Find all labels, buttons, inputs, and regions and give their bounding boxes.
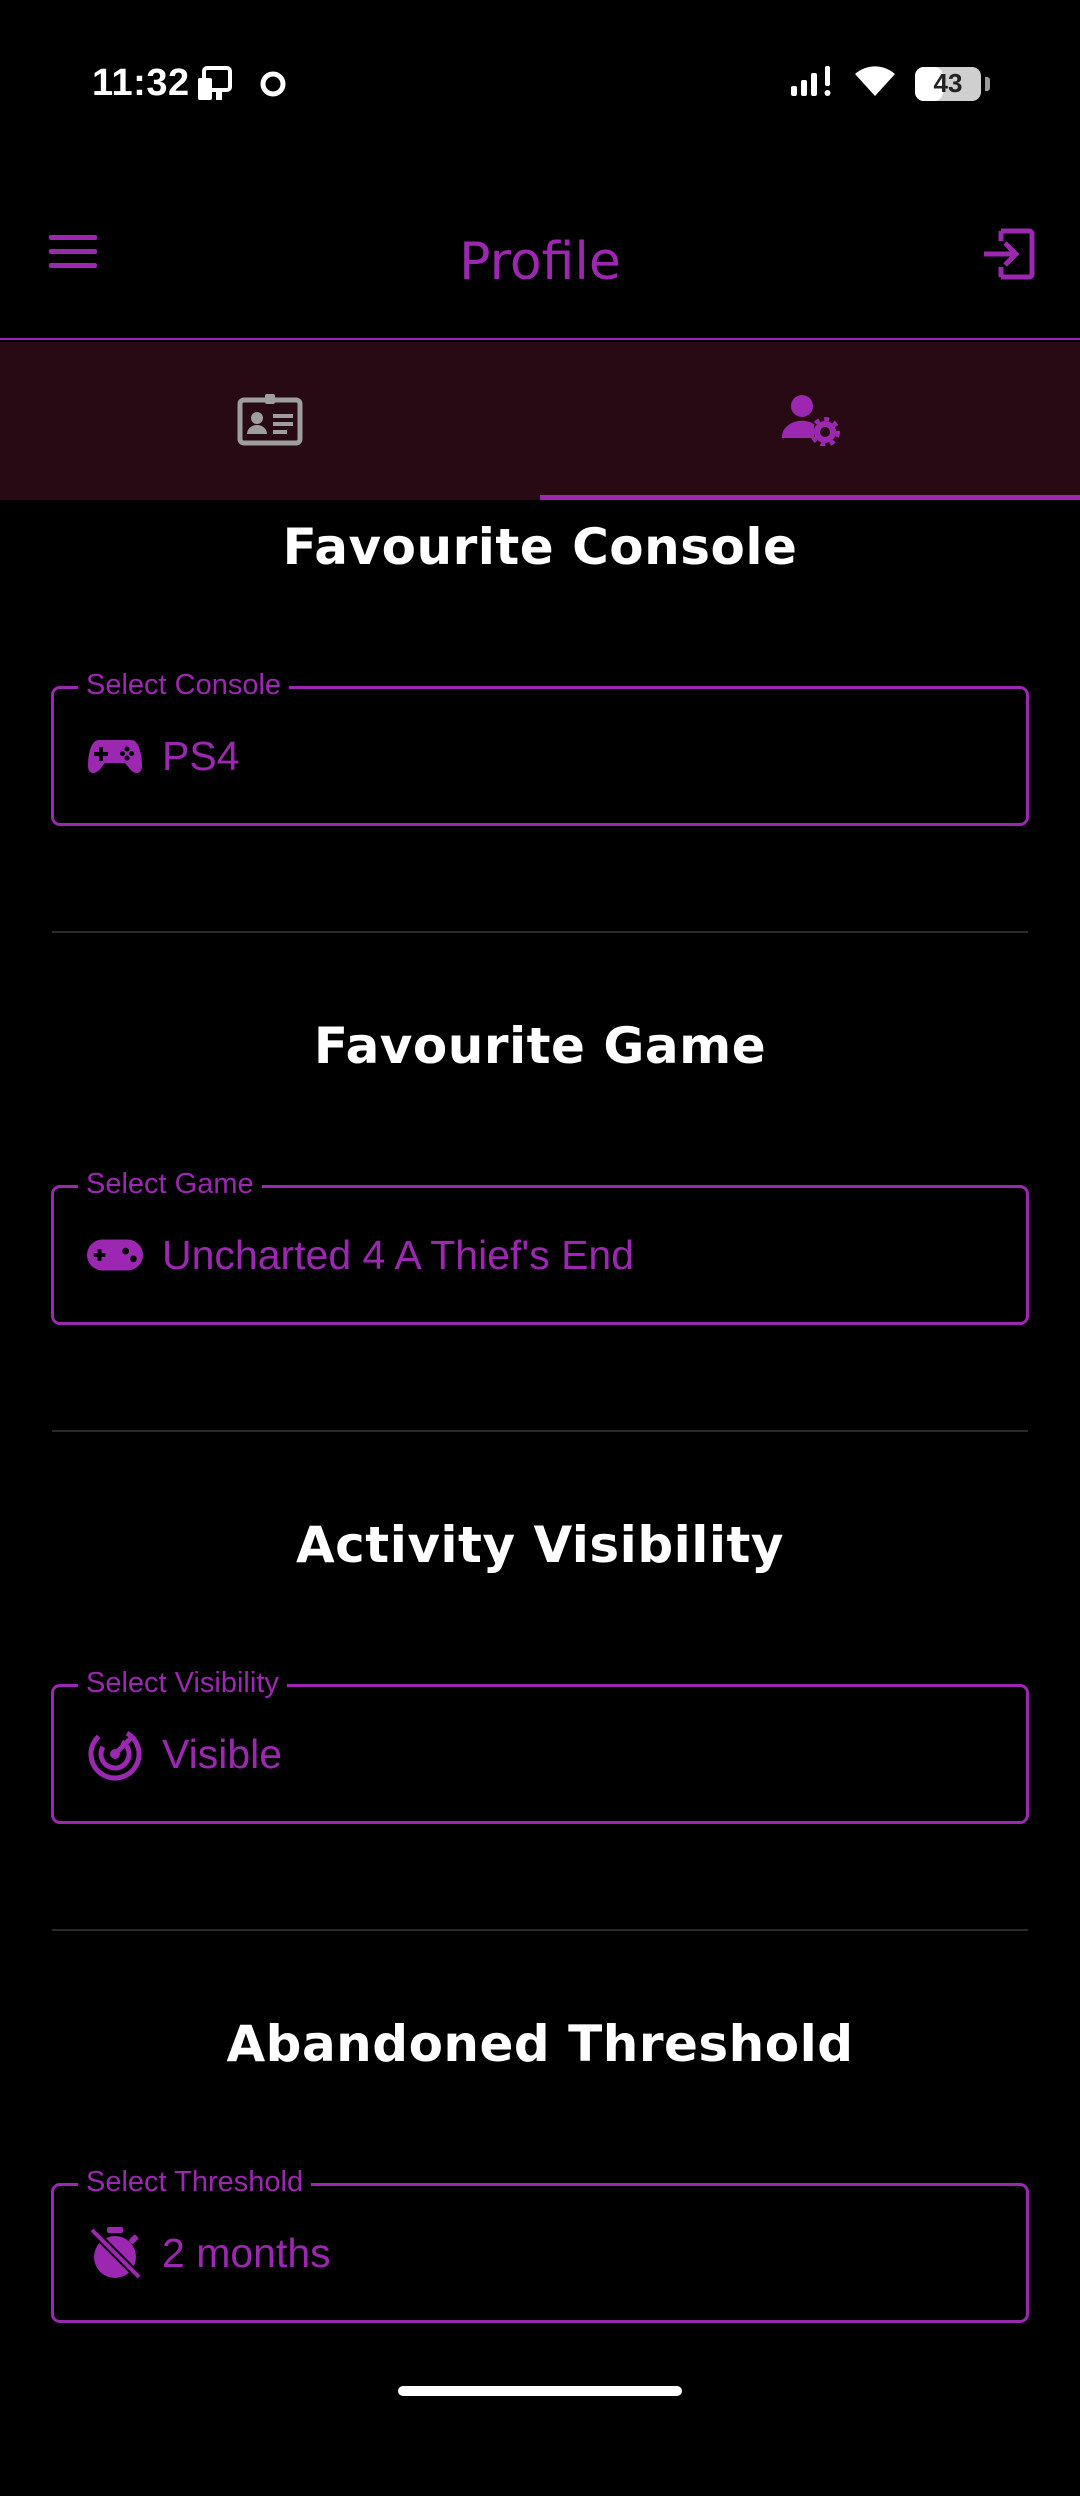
section-title: Abandoned Threshold: [226, 2015, 854, 2073]
battery-level: 43: [933, 68, 963, 98]
status-left-icons: [196, 66, 288, 107]
status-bar: 11:32 43: [0, 0, 1080, 170]
field-label: Select Visibility: [78, 1667, 287, 1700]
tab-profile-card[interactable]: [0, 342, 540, 500]
activity-visibility-section: Activity Visibility Select Visibility Vi…: [0, 1498, 1080, 1997]
field-label: Select Console: [78, 669, 290, 702]
page-title: Profile: [459, 232, 621, 292]
field-value: 2 months: [162, 2230, 331, 2276]
home-indicator[interactable]: [398, 2386, 682, 2396]
profile-settings-content: Favourite Console Select Console PS4 Fav…: [0, 500, 1080, 2496]
divider: [52, 1929, 1028, 1931]
field-value: Uncharted 4 A Thief's End: [162, 1232, 635, 1278]
threshold-select[interactable]: Select Threshold 2 months: [51, 2166, 1029, 2323]
favourite-console-section: Favourite Console Select Console PS4: [0, 500, 1080, 999]
battery-indicator: 43: [915, 66, 981, 101]
field-value: Visible: [162, 1731, 283, 1777]
controller-icon: [86, 1226, 144, 1284]
radar-icon: [86, 1725, 144, 1783]
tab-user-settings[interactable]: [540, 342, 1080, 500]
game-select[interactable]: Select Game Uncharted 4 A Thief's End: [51, 1168, 1029, 1325]
section-title: Activity Visibility: [295, 1516, 785, 1574]
field-value: PS4: [162, 733, 240, 779]
wifi-icon: [853, 64, 897, 103]
logout-icon: [981, 228, 1035, 285]
phone-cast-icon: [196, 66, 236, 107]
abandoned-threshold-section: Abandoned Threshold Select Threshold 2 m…: [0, 1997, 1080, 2496]
field-label: Select Threshold: [78, 2166, 312, 2199]
favourite-game-section: Favourite Game Select Game Uncharted 4 A…: [0, 999, 1080, 1498]
section-title: Favourite Console: [282, 518, 798, 576]
gamepad-icon: [86, 727, 144, 785]
circle-notification-icon: [258, 69, 288, 104]
field-label: Select Game: [78, 1168, 262, 1201]
id-card-icon: [237, 392, 303, 451]
divider: [52, 931, 1028, 933]
status-time: 11:32: [92, 62, 190, 104]
app-bar: Profile: [0, 170, 1080, 340]
console-select[interactable]: Select Console PS4: [51, 669, 1029, 826]
timer-off-icon: [86, 2224, 144, 2282]
section-title: Favourite Game: [313, 1017, 767, 1075]
visibility-select[interactable]: Select Visibility Visible: [51, 1667, 1029, 1824]
tab-bar: [0, 342, 1080, 500]
user-settings-icon: [780, 392, 840, 451]
status-right-icons: 43: [789, 64, 990, 103]
logout-button[interactable]: [980, 228, 1036, 284]
divider: [52, 1430, 1028, 1432]
battery-nub: [985, 76, 990, 91]
signal-icon: [789, 64, 835, 103]
